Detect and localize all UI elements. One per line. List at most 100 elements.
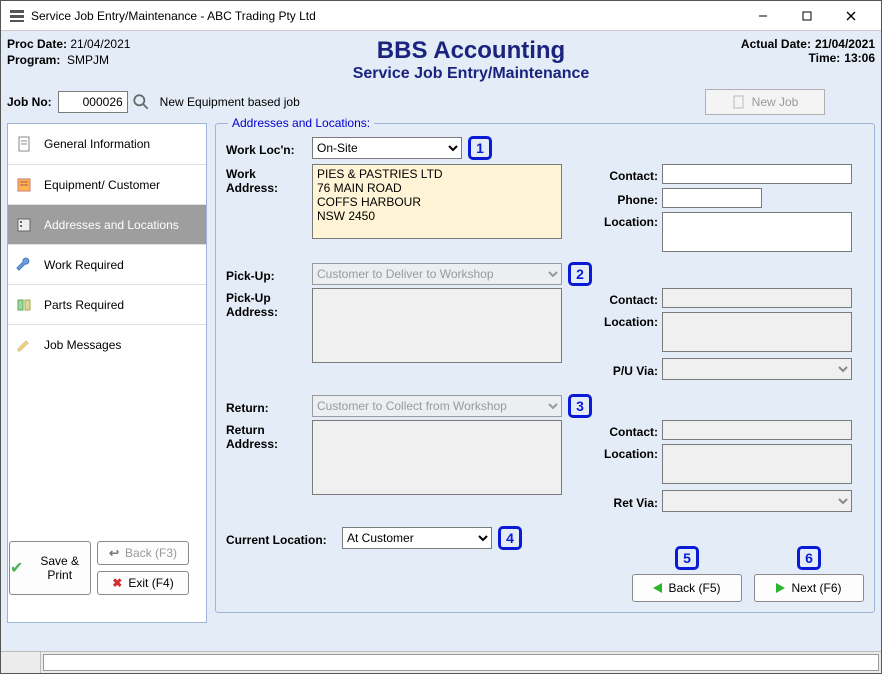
new-job-icon [732, 95, 746, 109]
new-job-button[interactable]: New Job [705, 89, 825, 115]
pu-via-select[interactable] [662, 358, 852, 380]
jobno-label: Job No: [7, 95, 52, 109]
sidebar-item-label: General Information [44, 137, 150, 151]
return-location-label: Location: [594, 444, 658, 461]
work-contact-label: Contact: [594, 166, 658, 183]
minimize-button[interactable] [741, 2, 785, 30]
actual-date-label: Actual Date: [721, 37, 811, 51]
work-location-input[interactable] [662, 212, 852, 252]
arrow-left-icon [653, 583, 662, 593]
bottom-nav: 5 Back (F5) 6 Next (F6) [632, 546, 864, 602]
new-job-label: New Job [752, 95, 799, 109]
callout-6: 6 [797, 546, 821, 570]
pickup-location-input[interactable] [662, 312, 852, 352]
edit-icon [16, 337, 32, 353]
jobno-input[interactable] [58, 91, 128, 113]
callout-4: 4 [498, 526, 522, 550]
work-locn-select[interactable]: On-Site [312, 137, 462, 159]
jobno-row: Job No: New Equipment based job New Job [7, 89, 875, 115]
sidebar-item-job-messages[interactable]: Job Messages [8, 324, 206, 364]
current-location-label: Current Location: [226, 530, 336, 547]
callout-2: 2 [568, 262, 592, 286]
ret-via-select[interactable] [662, 490, 852, 512]
search-icon[interactable] [132, 93, 150, 111]
work-phone-input[interactable] [662, 188, 762, 208]
check-icon: ✔ [10, 558, 23, 578]
list-icon [16, 177, 32, 193]
pickup-contact-input[interactable] [662, 288, 852, 308]
program-value: SMPJM [67, 53, 109, 67]
return-address-input[interactable] [312, 420, 562, 495]
back-f3-button[interactable]: ↩ Back (F3) [97, 541, 189, 565]
next-f6-label: Next (F6) [791, 581, 841, 595]
return-location-input[interactable] [662, 444, 852, 484]
header-row: Proc Date: 21/04/2021 Program: SMPJM BBS… [7, 37, 875, 83]
sidebar-item-parts-required[interactable]: Parts Required [8, 284, 206, 324]
sidebar-item-addresses-locations[interactable]: Addresses and Locations [8, 204, 206, 244]
return-label: Return: [226, 398, 306, 415]
work-location-label: Location: [594, 212, 658, 229]
sidebar-item-label: Addresses and Locations [44, 218, 179, 232]
work-locn-label: Work Loc'n: [226, 140, 306, 157]
back-f5-label: Back (F5) [668, 581, 720, 595]
sidebar-item-label: Equipment/ Customer [44, 178, 160, 192]
callout-3: 3 [568, 394, 592, 418]
save-print-label: Save & Print [29, 554, 90, 583]
pickup-contact-label: Contact: [594, 290, 658, 307]
pickup-address-label: Pick-Up Address: [226, 288, 306, 380]
work-contact-input[interactable] [662, 164, 852, 184]
pickup-location-label: Location: [594, 312, 658, 329]
header-right: Actual Date: 21/04/2021 Time: 13:06 [685, 37, 875, 65]
sidebar-item-equipment-customer[interactable]: Equipment/ Customer [8, 164, 206, 204]
return-select[interactable]: Customer to Collect from Workshop [312, 395, 562, 417]
undo-icon: ↩ [109, 546, 119, 560]
pu-via-label: P/U Via: [594, 361, 658, 378]
proc-date-value: 21/04/2021 [70, 37, 130, 51]
return-contact-label: Contact: [594, 422, 658, 439]
status-bar [1, 651, 881, 673]
back-f3-label: Back (F3) [125, 546, 177, 560]
parts-icon [16, 297, 32, 313]
subtitle: Service Job Entry/Maintenance [257, 65, 685, 83]
close-button[interactable] [829, 2, 873, 30]
work-address-input[interactable]: PIES & PASTRIES LTD 76 MAIN ROAD COFFS H… [312, 164, 562, 239]
addresses-locations-group: Addresses and Locations: Work Loc'n: On-… [215, 123, 875, 613]
footer-buttons: ✔ Save & Print ↩ Back (F3) ✖ Exit (F4) [9, 541, 189, 595]
status-segment [1, 652, 41, 673]
pickup-address-input[interactable] [312, 288, 562, 363]
return-contact-input[interactable] [662, 420, 852, 440]
group-legend: Addresses and Locations: [228, 116, 374, 130]
sidebar-item-label: Job Messages [44, 338, 121, 352]
window-title: Service Job Entry/Maintenance - ABC Trad… [31, 9, 741, 23]
sidebar-item-work-required[interactable]: Work Required [8, 244, 206, 284]
callout-5: 5 [675, 546, 699, 570]
sidebar-item-general-info[interactable]: General Information [8, 124, 206, 164]
callout-1: 1 [468, 136, 492, 160]
window-controls [741, 2, 873, 30]
header-left: Proc Date: 21/04/2021 Program: SMPJM [7, 37, 257, 69]
pickup-select[interactable]: Customer to Deliver to Workshop [312, 263, 562, 285]
save-print-button[interactable]: ✔ Save & Print [9, 541, 91, 595]
ret-via-label: Ret Via: [594, 493, 658, 510]
return-address-label: Return Address: [226, 420, 306, 512]
header-center: BBS Accounting Service Job Entry/Mainten… [257, 37, 685, 83]
maximize-button[interactable] [785, 2, 829, 30]
exit-f4-label: Exit (F4) [128, 576, 173, 590]
time-value: 13:06 [844, 51, 875, 65]
work-address-label: Work Address: [226, 164, 306, 252]
app-icon [9, 8, 25, 24]
time-label: Time: [750, 51, 840, 65]
app-window: Service Job Entry/Maintenance - ABC Trad… [0, 0, 882, 674]
next-f6-button[interactable]: Next (F6) [754, 574, 864, 602]
status-progress [43, 654, 879, 671]
content-pane: Addresses and Locations: Work Loc'n: On-… [215, 123, 875, 623]
close-icon: ✖ [112, 576, 122, 590]
sidebar-item-label: Work Required [44, 258, 124, 272]
exit-f4-button[interactable]: ✖ Exit (F4) [97, 571, 189, 595]
actual-date-value: 21/04/2021 [815, 37, 875, 51]
brand-title: BBS Accounting [257, 37, 685, 65]
document-icon [16, 136, 32, 152]
back-f5-button[interactable]: Back (F5) [632, 574, 742, 602]
current-location-select[interactable]: At Customer [342, 527, 492, 549]
arrow-right-icon [776, 583, 785, 593]
